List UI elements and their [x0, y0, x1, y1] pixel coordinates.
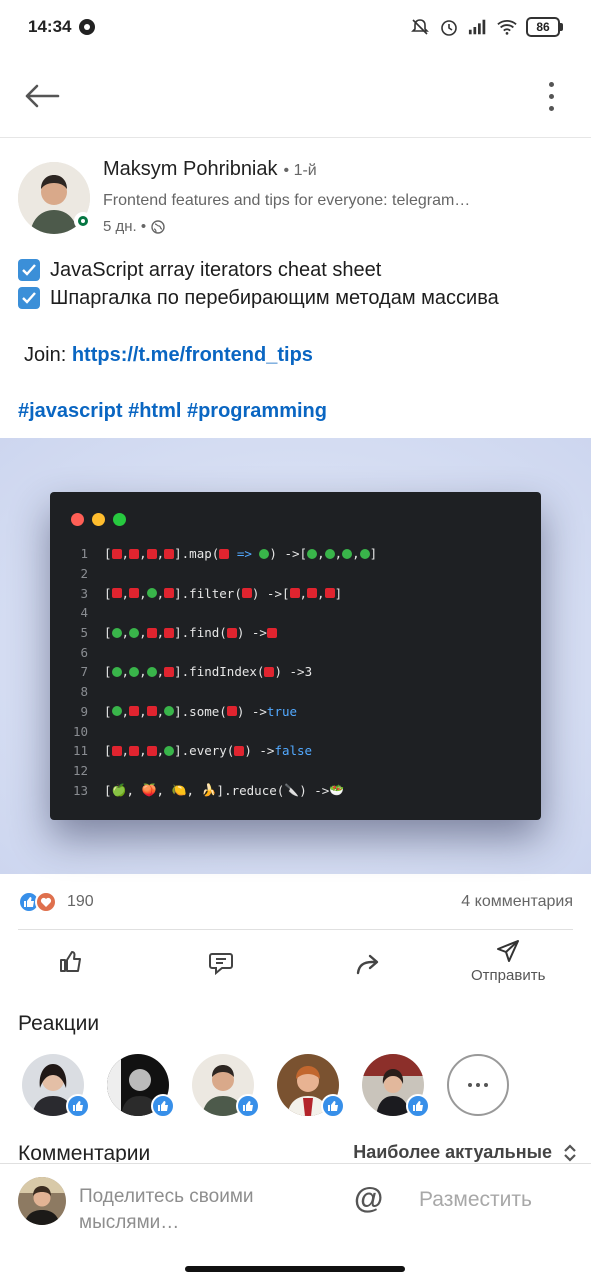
telegram-link[interactable]: https://t.me/frontend_tips: [72, 341, 313, 369]
reactions-title: Реакции: [18, 1012, 100, 1035]
reactor-avatar[interactable]: [362, 1054, 430, 1118]
status-icons: 86: [410, 17, 563, 37]
share-button[interactable]: [356, 953, 382, 975]
status-time: 14:34: [28, 17, 72, 36]
post-time: 5 дн. •: [103, 218, 147, 235]
comments-sort-button[interactable]: Наиболее актуальные: [353, 1142, 578, 1162]
code-line: 2: [80, 566, 88, 582]
love-reaction-icon: [35, 891, 57, 913]
mute-icon: [410, 17, 430, 37]
more-horizontal-icon: [468, 1083, 472, 1087]
check-mark-icon: [18, 287, 40, 309]
arrow-left-icon: [25, 84, 60, 108]
battery-icon: 86: [526, 17, 563, 37]
like-badge-icon: [406, 1094, 430, 1118]
code-line: 12: [72, 762, 88, 778]
reactor-avatar[interactable]: [192, 1054, 260, 1118]
like-badge-icon: [236, 1094, 260, 1118]
divider: [18, 929, 573, 930]
more-reactors-button[interactable]: [447, 1054, 509, 1116]
post-image[interactable]: 1[,,,] .map( => ) -> [,,,] 2 3[,,,] .filte…: [0, 438, 591, 874]
thumbs-up-icon: [60, 951, 81, 972]
connection-degree: • 1-й: [283, 162, 317, 179]
comment-input[interactable]: Поделитесь своими мыслями…: [79, 1184, 329, 1236]
sort-chevrons-icon: [564, 1143, 576, 1162]
reaction-count: 190: [67, 893, 94, 910]
sort-label: Наиболее актуальные: [353, 1142, 552, 1162]
share-icon: [356, 954, 379, 975]
window-dots: [71, 513, 126, 526]
post-author[interactable]: Maksym Pohribniak • 1-й Frontend feature…: [18, 158, 573, 240]
comment-icon: [209, 953, 233, 975]
post-comment-button[interactable]: Разместить: [419, 1188, 532, 1212]
reaction-icons: [18, 891, 57, 913]
code-line: 8: [80, 684, 88, 700]
online-status-icon: [74, 212, 92, 230]
check-mark-icon: [18, 259, 40, 281]
code-line: 4: [80, 605, 88, 621]
comment-count[interactable]: 4 комментария: [461, 893, 573, 911]
code-window: 1[,,,] .map( => ) -> [,,,] 2 3[,,,] .filte…: [50, 492, 541, 820]
code-line: 13[🍏, 🍑, 🍋, 🍌] .reduce(🔪) -> 🥗: [72, 782, 345, 798]
reactor-avatar[interactable]: [277, 1054, 345, 1118]
status-bar: 14:34 86: [0, 0, 591, 54]
maximize-dot: [113, 513, 126, 526]
comments-title: Комментарии: [18, 1142, 151, 1162]
reactor-avatar[interactable]: [22, 1054, 90, 1118]
send-icon: [497, 940, 520, 962]
hashtags[interactable]: #javascript #html #programming: [18, 397, 578, 425]
comment-button[interactable]: [208, 951, 234, 975]
more-vertical-icon: [548, 81, 554, 87]
alarm-icon: [439, 17, 459, 37]
signal-icon: [468, 17, 488, 37]
back-button[interactable]: [20, 76, 64, 116]
code-line: 6: [80, 644, 88, 660]
author-name[interactable]: Maksym Pohribniak: [103, 158, 278, 181]
like-button[interactable]: [58, 949, 84, 973]
post-line-2: Шпаргалка по перебирающим методам массив…: [18, 284, 578, 312]
like-badge-icon: [66, 1094, 90, 1118]
reactor-avatar[interactable]: [107, 1054, 175, 1118]
more-options-button[interactable]: [539, 76, 563, 116]
code-line: 9[,,,] .some() -> true: [80, 703, 298, 719]
my-avatar[interactable]: [18, 1177, 66, 1225]
minimize-dot: [92, 513, 105, 526]
wifi-icon: [497, 17, 517, 37]
close-dot: [71, 513, 84, 526]
code-line: 11[,,,] .every() -> false: [72, 743, 313, 759]
author-headline: Frontend features and tips for everyone:…: [103, 192, 471, 209]
send-button[interactable]: Отправить: [471, 939, 545, 984]
author-avatar[interactable]: [18, 162, 92, 234]
like-badge-icon: [321, 1094, 345, 1118]
home-indicator[interactable]: [185, 1266, 405, 1272]
code-block: 1[,,,] .map( => ) -> [,,,] 2 3[,,,] .filte…: [72, 544, 377, 800]
comment-composer: Поделитесь своими мыслями… @ Разместить: [0, 1163, 591, 1255]
code-line: 1[,,,] .map( => ) -> [,,,]: [80, 546, 378, 562]
code-line: 5[,,,] .find() ->: [72, 623, 377, 643]
post-line-1: JavaScript array iterators cheat sheet: [18, 256, 578, 284]
reactors-list: [22, 1054, 509, 1118]
notification-dot-icon: [79, 19, 96, 35]
post-meta: 5 дн. •: [103, 218, 165, 235]
post-text: JavaScript array iterators cheat sheet Ш…: [18, 256, 578, 425]
comments-header: Комментарии Наиболее актуальные: [18, 1138, 578, 1162]
like-badge-icon: [151, 1094, 175, 1118]
code-line: 3[,,,] .filter() -> [,,]: [80, 585, 343, 601]
globe-icon: [151, 219, 165, 234]
post-actions: Отправить: [0, 935, 591, 995]
battery-level: 86: [526, 17, 560, 37]
mention-button[interactable]: @: [354, 1182, 383, 1216]
send-label: Отправить: [471, 967, 546, 984]
app-bar: [0, 54, 591, 138]
code-line: 10: [72, 723, 88, 739]
join-line: Join: https://t.me/frontend_tips: [18, 341, 578, 369]
code-line: 7[,,,] .findIndex() -> 3: [80, 664, 313, 680]
social-counts[interactable]: 190 4 комментария: [18, 886, 573, 918]
